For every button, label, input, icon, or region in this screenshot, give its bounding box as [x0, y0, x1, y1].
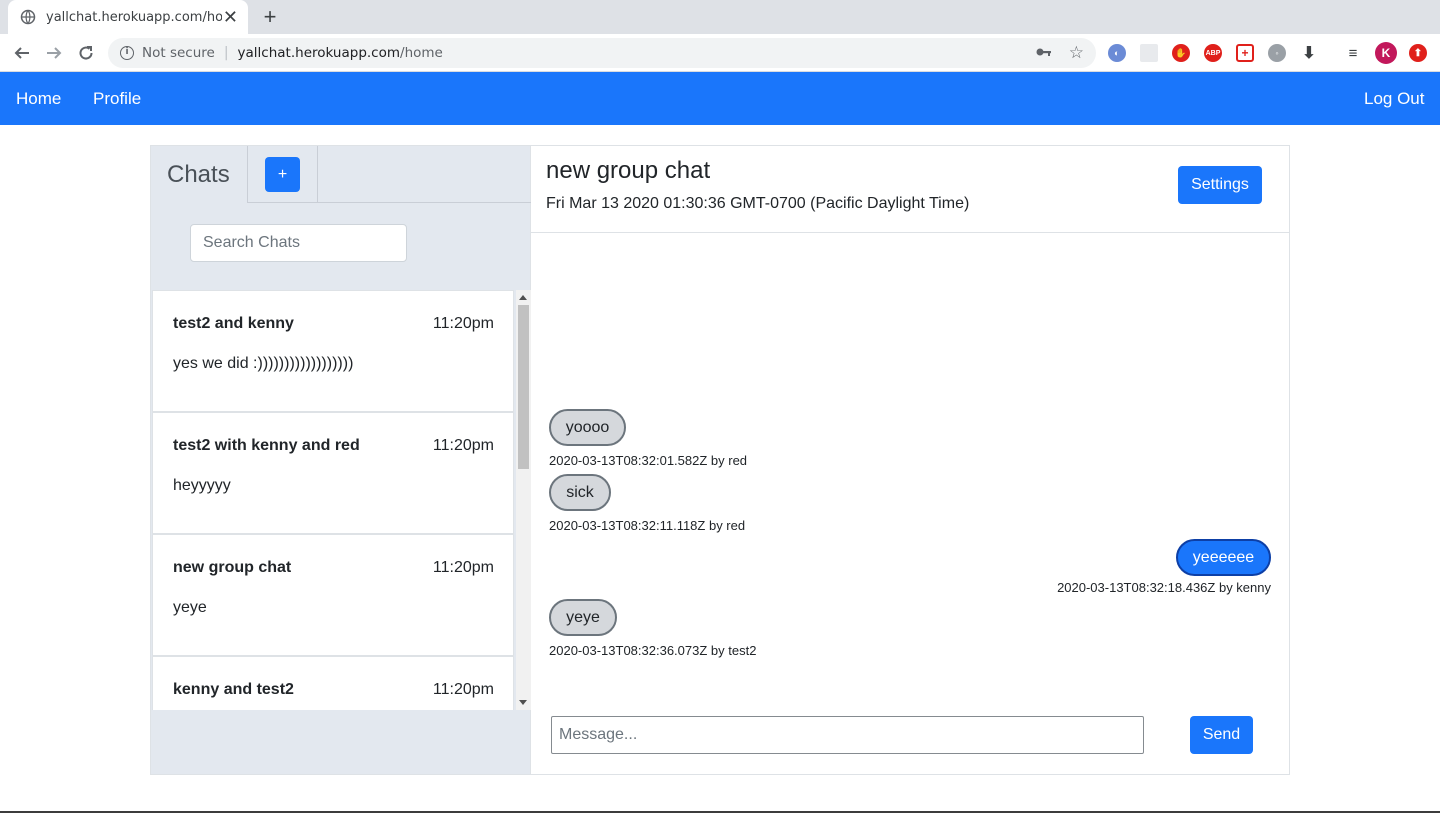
message-bubble: yoooo [549, 409, 626, 446]
url-path: /home [400, 45, 443, 61]
browser-toolbar: i Not secure | yallchat.herokuapp.com/ho… [0, 34, 1440, 72]
message-meta: 2020-03-13T08:32:01.582Z by red [549, 453, 748, 468]
adblock-icon[interactable]: ABP [1204, 44, 1222, 62]
back-arrow-icon[interactable] [11, 42, 33, 64]
chat-list-scrollbar[interactable] [516, 290, 531, 710]
conversation-pane: new group chat Fri Mar 13 2020 01:30:36 … [531, 146, 1289, 774]
chat-name: new group chat [173, 559, 292, 576]
extension-robot-icon[interactable]: ◦ [1268, 44, 1286, 62]
scrollbar-thumb[interactable] [518, 305, 529, 469]
conversation-title: new group chat [546, 157, 711, 184]
browser-tabstrip: yallchat.herokuapp.com/home ✕ + [0, 0, 1440, 34]
app-navbar: Home Profile Log Out [0, 72, 1440, 125]
browser-tab[interactable]: yallchat.herokuapp.com/home ✕ [8, 0, 248, 34]
chat-panel: Chats + test2 and kenny 11:20pm yes we d… [150, 145, 1290, 775]
chat-preview: yes we did :)))))))))))))))))) [173, 355, 354, 372]
add-chat-button[interactable]: + [265, 157, 300, 192]
chat-list-item[interactable]: test2 and kenny 11:20pm yes we did :))))… [152, 290, 514, 412]
chats-tab[interactable]: Chats [151, 146, 248, 203]
extension-grid-icon[interactable] [1140, 44, 1158, 62]
chat-name: kenny and test2 [173, 681, 294, 698]
chat-time: 11:20pm [432, 681, 494, 698]
scroll-up-arrow-icon[interactable] [519, 295, 527, 300]
scroll-down-arrow-icon[interactable] [519, 700, 527, 705]
chat-preview: heyyyyy [173, 477, 231, 494]
extension-upload-icon[interactable]: ⬆ [1409, 44, 1427, 62]
message-input[interactable] [551, 716, 1144, 754]
chat-preview: yeye [173, 599, 207, 616]
forward-arrow-icon[interactable] [43, 42, 65, 64]
settings-button[interactable]: Settings [1178, 166, 1262, 204]
conversation-date: Fri Mar 13 2020 01:30:36 GMT-0700 (Pacif… [546, 195, 970, 212]
chat-list-item[interactable]: kenny and test2 11:20pm [152, 656, 514, 710]
chat-list-item[interactable]: test2 with kenny and red 11:20pm heyyyyy [152, 412, 514, 534]
close-tab-icon[interactable]: ✕ [223, 8, 238, 26]
media-queue-icon[interactable]: ≡ [1344, 44, 1362, 62]
chat-name: test2 and kenny [173, 315, 294, 332]
chat-time: 11:20pm [432, 437, 494, 454]
key-icon[interactable] [1036, 45, 1052, 61]
chat-list-item[interactable]: new group chat 11:20pm yeye [152, 534, 514, 656]
profile-avatar[interactable]: K [1375, 42, 1397, 64]
add-chat-tab: + [248, 146, 318, 203]
download-icon[interactable]: ⬇ [1300, 44, 1318, 62]
search-chats-input[interactable] [190, 224, 407, 262]
message-bubble-mine: yeeeeee [1176, 539, 1271, 576]
nav-profile-link[interactable]: Profile [93, 89, 141, 109]
chat-time: 11:20pm [432, 315, 494, 332]
url-host: yallchat.herokuapp.com [237, 45, 401, 61]
message-meta: 2020-03-13T08:32:11.118Z by red [549, 518, 746, 533]
message-bubble: sick [549, 474, 611, 511]
chats-sidebar: Chats + test2 and kenny 11:20pm yes we d… [151, 146, 531, 774]
chat-time: 11:20pm [432, 559, 494, 576]
bookmark-star-icon[interactable]: ☆ [1069, 43, 1084, 63]
conversation-header: new group chat Fri Mar 13 2020 01:30:36 … [531, 146, 1289, 233]
extension-stop-icon[interactable]: ✋ [1172, 44, 1190, 62]
chat-name: test2 with kenny and red [173, 437, 360, 454]
chat-list: test2 and kenny 11:20pm yes we did :))))… [151, 290, 531, 710]
tabs-divider [247, 202, 531, 203]
nav-logout-link[interactable]: Log Out [1364, 89, 1425, 109]
extension-plus-icon[interactable]: + [1236, 44, 1254, 62]
new-tab-button[interactable]: + [260, 5, 280, 29]
extension-compass-icon[interactable]: ◐ [1108, 44, 1126, 62]
address-bar[interactable]: i Not secure | yallchat.herokuapp.com/ho… [108, 38, 1096, 68]
globe-icon [20, 9, 36, 25]
message-bubble: yeye [549, 599, 617, 636]
message-meta: 2020-03-13T08:32:18.436Z by kenny [1057, 580, 1271, 595]
nav-home-link[interactable]: Home [16, 89, 61, 109]
tab-title: yallchat.herokuapp.com/home [46, 9, 222, 25]
message-meta: 2020-03-13T08:32:36.073Z by test2 [549, 643, 757, 658]
omnibox-divider: | [223, 45, 229, 61]
send-button[interactable]: Send [1190, 716, 1253, 754]
reload-icon[interactable] [75, 42, 97, 64]
not-secure-label: Not secure [142, 45, 215, 61]
info-icon[interactable]: i [120, 46, 134, 60]
